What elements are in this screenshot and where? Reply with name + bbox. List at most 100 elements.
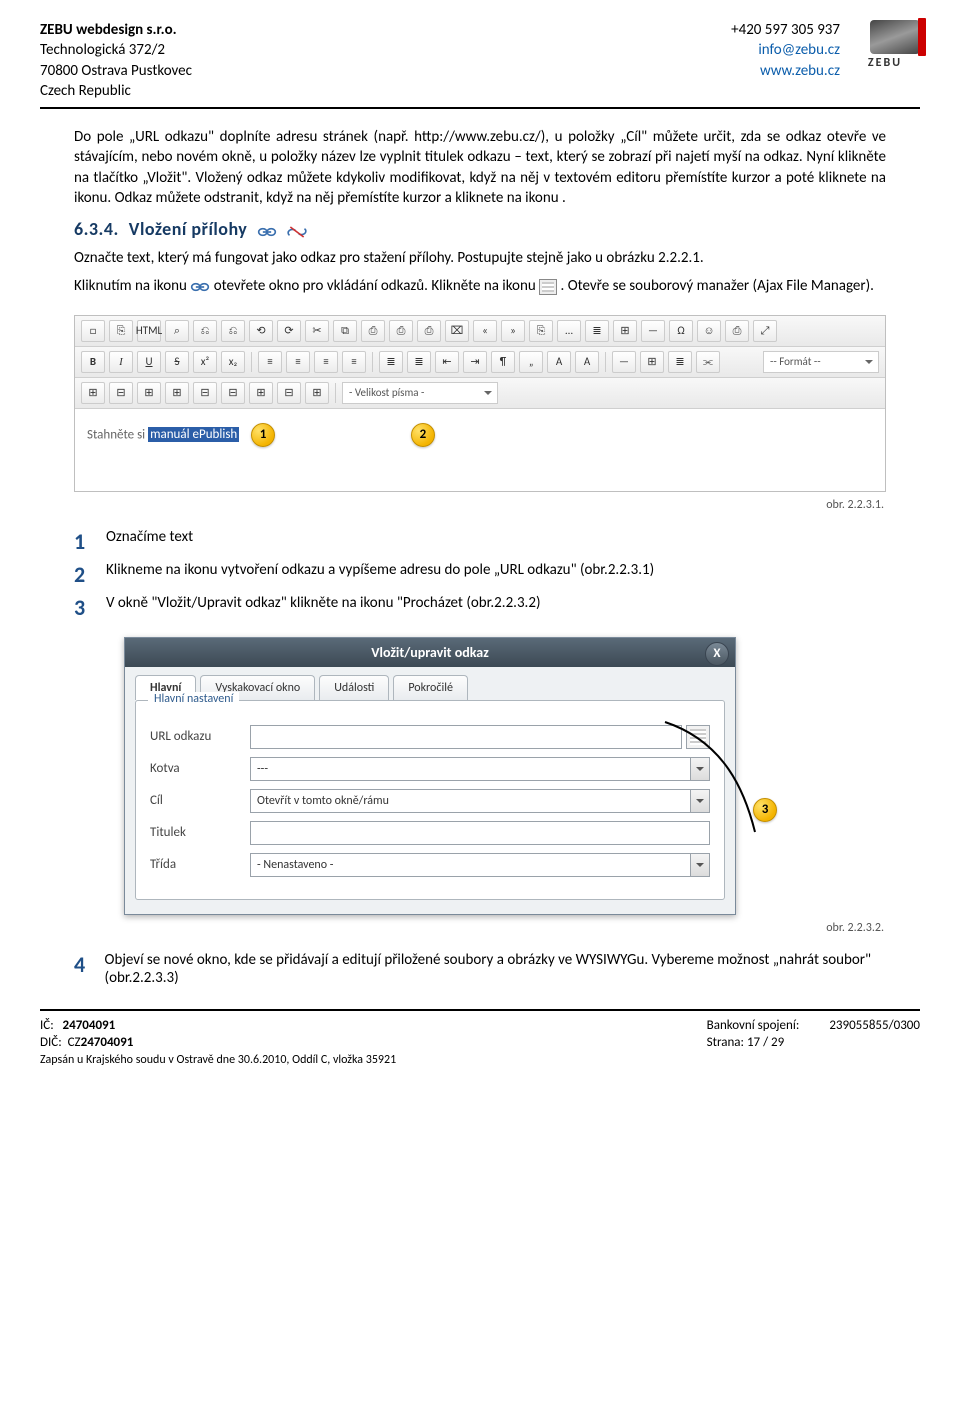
toolbar-button[interactable]: ≡ bbox=[286, 351, 310, 373]
row-anchor: Kotva --- bbox=[150, 757, 710, 781]
dialog-title: Vložit/upravit odkaz bbox=[371, 644, 489, 661]
toolbar-button[interactable]: ⊟ bbox=[109, 382, 133, 404]
toolbar-button[interactable]: ⟳ bbox=[277, 320, 301, 342]
step-2: 2Klikneme na ikonu vytvoření odkazu a vy… bbox=[74, 561, 886, 588]
toolbar-button[interactable]: ⊞ bbox=[81, 382, 105, 404]
toolbar-button[interactable]: ≡ bbox=[314, 351, 338, 373]
url-input[interactable] bbox=[250, 725, 682, 749]
page-header: ZEBU webdesign s.r.o. Technologická 372/… bbox=[40, 20, 920, 109]
toolbar-button[interactable]: ⤢ bbox=[753, 320, 777, 342]
figure-caption-2: obr. 2.2.3.2. bbox=[74, 921, 884, 935]
toolbar-button[interactable]: x² bbox=[193, 351, 217, 373]
page-number: 17 / 29 bbox=[747, 1035, 784, 1050]
registration-text: Zapsán u Krajského soudu v Ostravě dne 3… bbox=[40, 1052, 396, 1068]
toolbar-button[interactable]: — bbox=[612, 351, 636, 373]
dic-value: CZ24704091 bbox=[68, 1035, 134, 1050]
toolbar-button[interactable]: B bbox=[81, 351, 105, 373]
header-left: ZEBU webdesign s.r.o. Technologická 372/… bbox=[40, 20, 192, 101]
unlink-icon bbox=[287, 222, 305, 236]
toolbar-button[interactable]: ⊞ bbox=[165, 382, 189, 404]
toolbar-button[interactable]: S bbox=[165, 351, 189, 373]
toolbar-button[interactable]: ≣ bbox=[407, 351, 431, 373]
section-number: 6.3.4. bbox=[74, 218, 119, 240]
email-link[interactable]: info@zebu.cz bbox=[758, 41, 840, 59]
toolbar-button[interactable]: ☺ bbox=[697, 320, 721, 342]
toolbar-button[interactable]: « bbox=[473, 320, 497, 342]
toolbar-button[interactable]: „ bbox=[519, 351, 543, 373]
toolbar-button[interactable]: ⎘ bbox=[529, 320, 553, 342]
toolbar-button[interactable]: ⊞ bbox=[305, 382, 329, 404]
anchor-select[interactable]: --- bbox=[250, 757, 710, 781]
toolbar-button[interactable]: ≡ bbox=[342, 351, 366, 373]
company-name: ZEBU webdesign s.r.o. bbox=[40, 20, 192, 40]
step-2-text: Klikneme na ikonu vytvoření odkazu a vyp… bbox=[106, 561, 654, 579]
toolbar-button[interactable]: ⊟ bbox=[277, 382, 301, 404]
tab-events[interactable]: Události bbox=[319, 675, 389, 700]
toolbar-button[interactable]: ⌕ bbox=[165, 320, 189, 342]
bank-label: Bankovní spojení: bbox=[707, 1017, 800, 1035]
format-select[interactable]: -- Formát -- bbox=[763, 351, 879, 373]
web-link[interactable]: www.zebu.cz bbox=[760, 62, 840, 80]
address-line-2: 70800 Ostrava Pustkovec bbox=[40, 61, 192, 81]
toolbar-button[interactable]: ≣ bbox=[668, 351, 692, 373]
toolbar-button[interactable]: ⎌ bbox=[193, 320, 217, 342]
toolbar-button[interactable]: ⎌ bbox=[221, 320, 245, 342]
toolbar-button[interactable]: ⊟ bbox=[193, 382, 217, 404]
toolbar-button[interactable]: ⊞ bbox=[137, 382, 161, 404]
toolbar-button[interactable]: HTML bbox=[137, 320, 161, 342]
toolbar-button[interactable]: ⟲ bbox=[249, 320, 273, 342]
toolbar-button[interactable]: ⊟ bbox=[221, 382, 245, 404]
link-icon bbox=[257, 222, 277, 236]
step-1-text: Označíme text bbox=[106, 528, 193, 546]
phone: +420 597 305 937 bbox=[731, 20, 840, 40]
toolbar-button[interactable]: ⎙ bbox=[725, 320, 749, 342]
toolbar-row-1: □⎘HTML⌕⎌⎌⟲⟳✂⧉⎙⎙⎙⌧«»⎘…≣⊞—Ω☺⎙⤢ bbox=[75, 316, 885, 347]
toolbar-button[interactable]: ⊞ bbox=[640, 351, 664, 373]
p3c: . Otevře se souborový manažer (Ajax File… bbox=[561, 277, 874, 295]
toolbar-button[interactable]: □ bbox=[81, 320, 105, 342]
anchor-label: Kotva bbox=[150, 761, 250, 776]
toolbar-button[interactable]: ⎙ bbox=[389, 320, 413, 342]
editor-text-selected: manuál ePublish bbox=[148, 427, 239, 442]
fontsize-select[interactable]: - Velikost písma - bbox=[342, 382, 498, 404]
page-label: Strana: bbox=[707, 1035, 744, 1050]
toolbar-button[interactable]: ⇤ bbox=[435, 351, 459, 373]
toolbar-button[interactable]: » bbox=[501, 320, 525, 342]
browse-icon-inline bbox=[539, 279, 557, 295]
close-icon[interactable]: X bbox=[705, 642, 729, 666]
toolbar-button[interactable]: ⊞ bbox=[249, 382, 273, 404]
title-input[interactable] bbox=[250, 821, 710, 845]
toolbar-separator bbox=[335, 383, 336, 403]
toolbar-button[interactable]: ⎙ bbox=[361, 320, 385, 342]
toolbar-button[interactable]: ⊞ bbox=[613, 320, 637, 342]
toolbar-button[interactable]: — bbox=[641, 320, 665, 342]
toolbar-button[interactable]: ⇥ bbox=[463, 351, 487, 373]
toolbar-button[interactable]: … bbox=[557, 320, 581, 342]
toolbar-button[interactable]: x₂ bbox=[221, 351, 245, 373]
row-target: Cíl Otevřít v tomto okně/rámu bbox=[150, 789, 710, 813]
tab-advanced[interactable]: Pokročilé bbox=[393, 675, 468, 700]
toolbar-button[interactable]: A bbox=[575, 351, 599, 373]
toolbar-separator bbox=[605, 352, 606, 372]
ic-label: IČ: bbox=[40, 1018, 54, 1033]
toolbar-button[interactable]: ≣ bbox=[585, 320, 609, 342]
toolbar-button[interactable]: ≣ bbox=[379, 351, 403, 373]
toolbar-button[interactable]: ⧉ bbox=[333, 320, 357, 342]
toolbar-button[interactable]: ⎙ bbox=[417, 320, 441, 342]
dialog-title-bar: Vložit/upravit odkaz X bbox=[125, 638, 735, 667]
toolbar-button[interactable]: Ω bbox=[669, 320, 693, 342]
toolbar-button[interactable]: ⫘ bbox=[696, 351, 720, 373]
toolbar-button[interactable]: U bbox=[137, 351, 161, 373]
class-select[interactable]: - Nenastaveno - bbox=[250, 853, 710, 877]
toolbar-button[interactable]: A bbox=[547, 351, 571, 373]
editor-content[interactable]: Stahněte si manuál ePublish 1 2 bbox=[75, 409, 885, 491]
toolbar-button[interactable]: ≡ bbox=[258, 351, 282, 373]
target-select[interactable]: Otevřít v tomto okně/rámu bbox=[250, 789, 710, 813]
toolbar-button[interactable]: ⎘ bbox=[109, 320, 133, 342]
toolbar-button[interactable]: I bbox=[109, 351, 133, 373]
toolbar-button[interactable]: ✂ bbox=[305, 320, 329, 342]
toolbar-button[interactable]: ⌧ bbox=[445, 320, 469, 342]
step-4-list: 4Objeví se nové okno, kde se přidávají a… bbox=[74, 951, 886, 987]
toolbar-button[interactable]: ¶ bbox=[491, 351, 515, 373]
p3a: Kliknutím na ikonu bbox=[74, 277, 187, 295]
